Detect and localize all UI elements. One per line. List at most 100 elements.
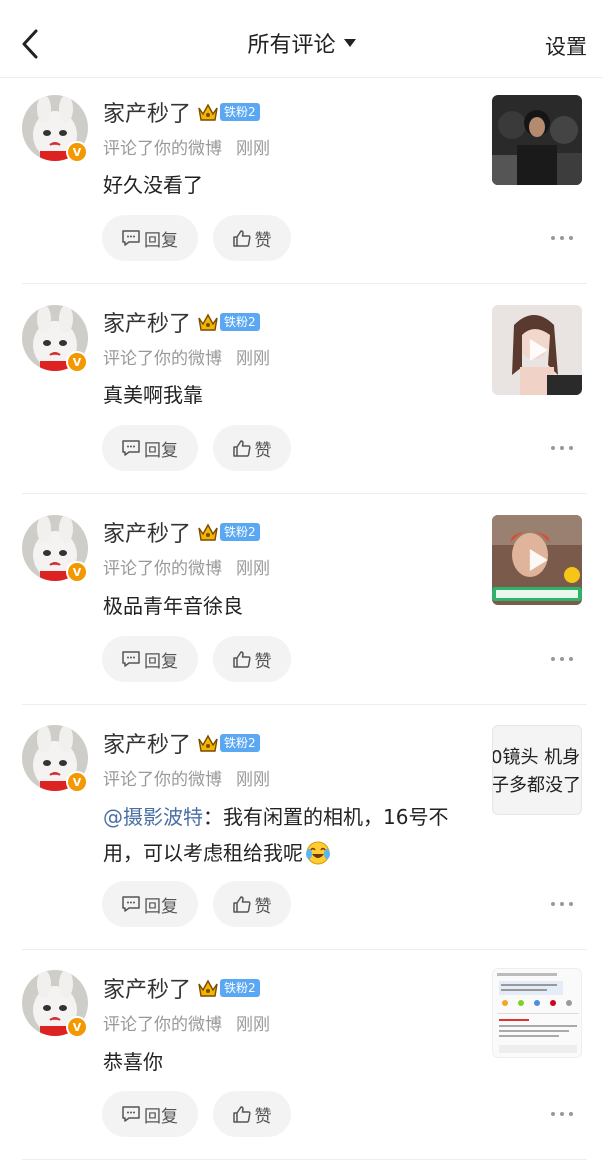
post-thumbnail[interactable]: 0镜头 机身 子多都没了 [492,725,582,815]
fan-badge: 铁粉2 [220,103,260,121]
reply-label: 回复 [144,230,178,251]
page-title-dropdown[interactable]: 所有评论 [0,27,603,59]
crown-icon [198,103,218,121]
divider [22,704,587,705]
comment-action: 评论了你的微博 [103,770,222,790]
verified-badge-icon: V [66,771,88,793]
comment-time: 刚刚 [236,349,270,369]
comment-body: 极品青年音徐良 [103,594,243,618]
comment-time: 刚刚 [236,139,270,159]
fan-badge: 铁粉2 [220,313,260,331]
crown-icon [198,313,218,331]
user-name-row: 家产秒了 铁粉2 [103,727,260,759]
user-mention-link[interactable]: @摄影波特 [103,805,203,829]
like-button[interactable]: 赞 [213,425,291,471]
comment-text: 恭喜你 [103,1044,473,1080]
fan-badge: 铁粉2 [220,979,260,997]
comment-meta: 评论了你的微博 刚刚 [103,1010,270,1035]
comment-action: 评论了你的微博 [103,349,222,369]
comment-body: 好久没看了 [103,173,203,197]
settings-button[interactable]: 设置 [545,31,587,61]
post-video-thumbnail[interactable] [492,305,582,395]
avatar[interactable]: V [22,515,88,583]
reply-button[interactable]: 回复 [102,636,198,682]
top-nav-bar: 所有评论 设置 [0,0,603,78]
comment-body: 真美啊我靠 [103,383,203,407]
more-options-icon[interactable] [551,442,573,454]
comment-bubble-icon [122,1106,140,1122]
comment-bubble-icon [122,440,140,456]
divider [22,283,587,284]
comment-bubble-icon [122,896,140,912]
reply-label: 回复 [144,1106,178,1127]
divider [22,493,587,494]
avatar[interactable]: V [22,305,88,373]
avatar[interactable]: V [22,970,88,1038]
comment-time: 刚刚 [236,559,270,579]
reply-label: 回复 [144,896,178,917]
post-thumbnail[interactable] [492,95,582,185]
reply-button[interactable]: 回复 [102,215,198,261]
like-label: 赞 [254,440,272,461]
reply-button[interactable]: 回复 [102,425,198,471]
comment-meta: 评论了你的微博 刚刚 [103,765,270,790]
page-title: 所有评论 [247,33,336,58]
comment-time: 刚刚 [236,770,270,790]
comment-action: 评论了你的微博 [103,1015,222,1035]
more-options-icon[interactable] [551,898,573,910]
more-options-icon[interactable] [551,1108,573,1120]
play-icon [529,339,548,361]
user-name[interactable]: 家产秒了 [103,96,191,128]
like-button[interactable]: 赞 [213,636,291,682]
comment-text: 真美啊我靠 [103,377,473,413]
thumbs-up-icon [232,439,251,457]
play-icon [529,549,548,571]
like-label: 赞 [254,1106,272,1127]
more-options-icon[interactable] [551,653,573,665]
like-button[interactable]: 赞 [213,1091,291,1137]
comment-body: 恭喜你 [103,1050,163,1074]
comment-action: 评论了你的微博 [103,139,222,159]
divider [22,949,587,950]
comment-action: 评论了你的微博 [103,559,222,579]
verified-badge-icon: V [66,561,88,583]
comment-meta: 评论了你的微博 刚刚 [103,134,270,159]
thumbs-up-icon [232,1105,251,1123]
verified-badge-icon: V [66,351,88,373]
fan-badge: 铁粉2 [220,734,260,752]
user-name-row: 家产秒了 铁粉2 [103,306,260,338]
avatar[interactable]: V [22,95,88,163]
user-name[interactable]: 家产秒了 [103,972,191,1004]
like-label: 赞 [254,651,272,672]
verified-badge-icon: V [66,1016,88,1038]
comment-meta: 评论了你的微博 刚刚 [103,554,270,579]
like-button[interactable]: 赞 [213,881,291,927]
user-name[interactable]: 家产秒了 [103,516,191,548]
comment-text: 好久没看了 [103,167,473,203]
more-options-icon[interactable] [551,232,573,244]
post-video-thumbnail[interactable] [492,515,582,605]
comment-bubble-icon [122,651,140,667]
thumbs-up-icon [232,895,251,913]
divider [22,1159,587,1160]
verified-badge-icon: V [66,141,88,163]
user-name[interactable]: 家产秒了 [103,306,191,338]
fan-badge: 铁粉2 [220,523,260,541]
thumbs-up-icon [232,229,251,247]
crown-icon [198,734,218,752]
comment-bubble-icon [122,230,140,246]
post-screenshot-thumbnail[interactable] [492,968,582,1058]
reply-label: 回复 [144,651,178,672]
crown-icon [198,523,218,541]
reply-button[interactable]: 回复 [102,881,198,927]
avatar[interactable]: V [22,725,88,793]
user-name[interactable]: 家产秒了 [103,727,191,759]
reply-button[interactable]: 回复 [102,1091,198,1137]
like-label: 赞 [254,230,272,251]
caret-down-icon [343,39,356,47]
like-button[interactable]: 赞 [213,215,291,261]
thumbnail-text: 0镜头 机身 子多都没了 [492,747,581,796]
like-label: 赞 [254,896,272,917]
crown-icon [198,979,218,997]
thumbs-up-icon [232,650,251,668]
